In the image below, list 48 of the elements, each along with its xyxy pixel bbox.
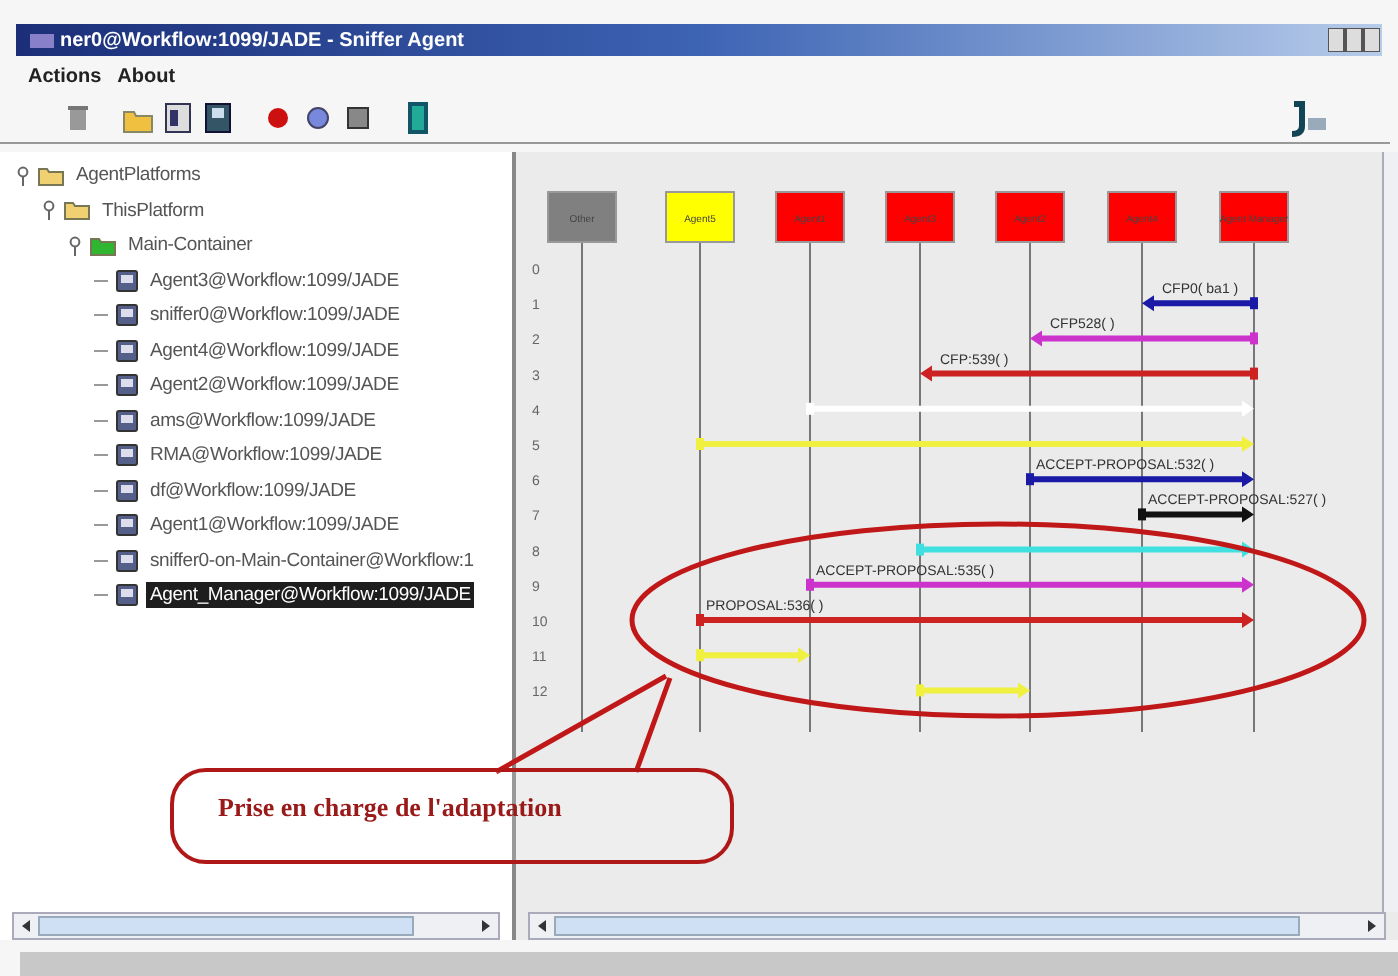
agent-icon <box>116 269 138 292</box>
agent-box[interactable] <box>775 191 845 243</box>
message-arrow[interactable] <box>1026 471 1254 488</box>
tree-item[interactable]: ThisPlatform <box>98 197 208 224</box>
folder-icon <box>64 200 90 221</box>
agent-box[interactable] <box>665 191 735 243</box>
agent-icon <box>116 339 138 362</box>
expanded-handle-icon[interactable] <box>16 165 30 186</box>
folder-icon <box>90 235 116 256</box>
save-icon[interactable] <box>200 97 236 137</box>
window-title: ner0@Workflow:1099/JADE - Sniffer Agent <box>60 27 465 55</box>
agent-box[interactable] <box>1107 191 1177 243</box>
horizontal-scrollbar[interactable] <box>12 912 500 940</box>
folder-icon <box>38 165 64 186</box>
agent-icon <box>116 549 138 572</box>
window-icon[interactable] <box>160 97 196 137</box>
expanded-handle-icon[interactable] <box>68 235 82 256</box>
agent-icon <box>116 444 138 467</box>
tree-item[interactable]: Agent4@Workflow:1099/JADE <box>146 337 403 364</box>
message-arrow[interactable] <box>1142 295 1258 312</box>
agent-box[interactable] <box>995 191 1065 243</box>
tree-item[interactable]: Main-Container <box>124 232 257 259</box>
menu-item[interactable]: Actions <box>28 61 102 91</box>
tree-item[interactable]: Agent3@Workflow:1099/JADE <box>146 267 403 294</box>
vertical-scrollbar[interactable] <box>1382 152 1398 912</box>
tree-item[interactable]: RMA@Workflow:1099/JADE <box>146 442 386 469</box>
agent-icon <box>116 304 138 327</box>
tree-item[interactable]: df@Workflow:1099/JADE <box>146 477 360 504</box>
callout: Prise en charge de l'adaptation <box>170 768 734 864</box>
horizontal-scrollbar[interactable] <box>528 912 1386 940</box>
tree-item[interactable]: sniffer0@Workflow:1099/JADE <box>146 302 404 329</box>
window-controls-icon[interactable] <box>1328 28 1380 52</box>
agent-icon <box>116 374 138 397</box>
agent-icon <box>116 514 138 537</box>
tree-item[interactable]: Agent2@Workflow:1099/JADE <box>146 372 403 399</box>
agent-icon <box>116 584 138 607</box>
tree-item[interactable]: AgentPlatforms <box>72 162 205 189</box>
tree-item[interactable]: Agent_Manager@Workflow:1099/JADE <box>146 582 475 609</box>
tree-item[interactable]: ams@Workflow:1099/JADE <box>146 407 380 434</box>
tree-item[interactable]: Agent1@Workflow:1099/JADE <box>146 512 403 539</box>
menu-item[interactable]: About <box>117 61 176 91</box>
tree-item[interactable]: sniffer0-on-Main-Container@Workflow:1 <box>146 547 478 574</box>
message-arrow[interactable] <box>1138 506 1254 523</box>
agent-box[interactable] <box>885 191 955 243</box>
app-icon <box>28 28 56 52</box>
agent-icon <box>116 409 138 432</box>
agent-icon <box>116 479 138 502</box>
expanded-handle-icon[interactable] <box>42 200 56 221</box>
